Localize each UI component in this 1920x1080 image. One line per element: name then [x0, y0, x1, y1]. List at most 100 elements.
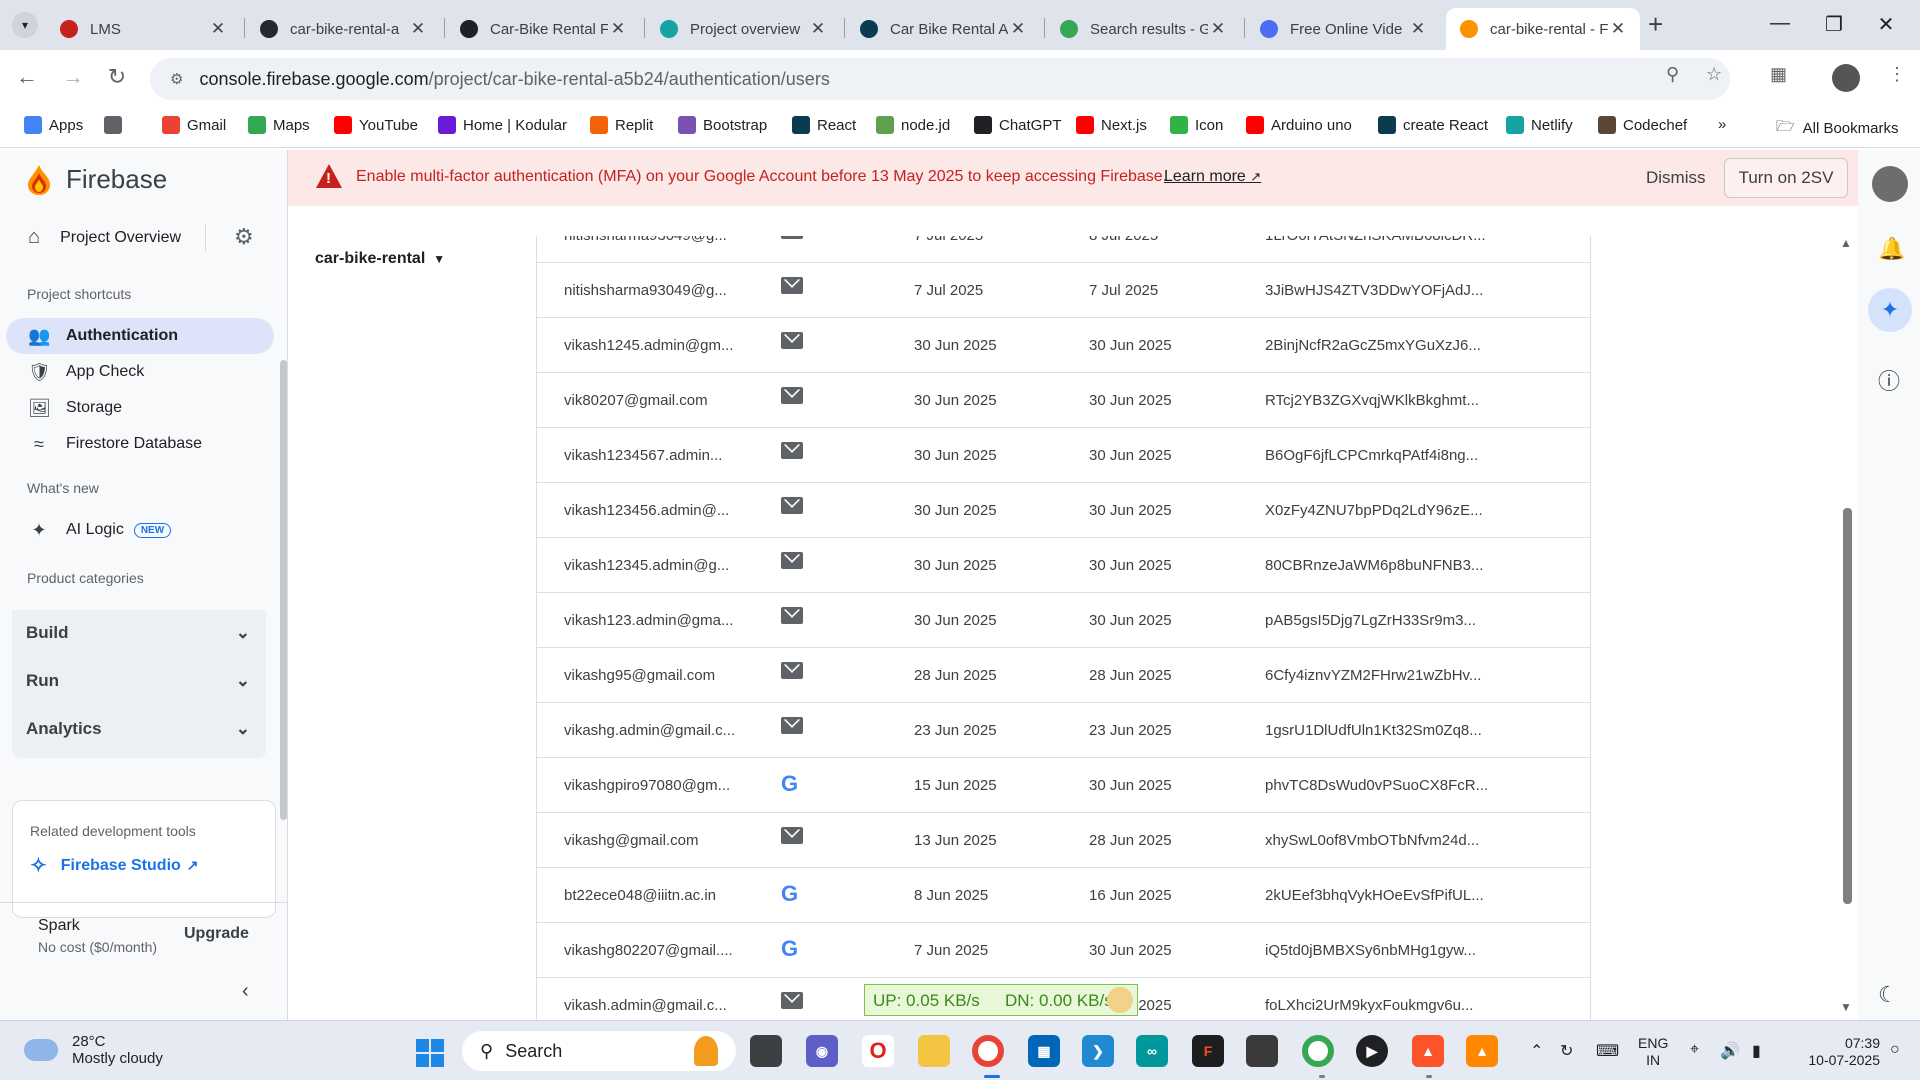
close-window-button[interactable]: ✕ [1866, 12, 1906, 37]
project-selector[interactable]: car-bike-rental ▼ [315, 250, 445, 268]
bookmark-10[interactable]: node.jd [876, 116, 950, 134]
bookmark-9[interactable]: React [792, 116, 856, 134]
clock[interactable]: 07:39 10-07-2025 [1790, 1035, 1880, 1069]
extensions-icon[interactable]: ▦ [1770, 64, 1787, 85]
close-tab-icon[interactable]: ✕ [608, 19, 628, 39]
table-row[interactable]: vikashg@gmail.com 13 Jun 2025 28 Jun 2025 x… [537, 813, 1590, 868]
address-bar[interactable]: ⚙ console.firebase.google.com/project/ca… [150, 58, 1730, 100]
sidebar-scrollbar[interactable] [280, 360, 287, 820]
sidebar-item-firestore-database[interactable]: ≈ Firestore Database [6, 426, 274, 462]
tab-6[interactable]: Search results - G ✕ [1046, 8, 1240, 50]
table-row[interactable]: vikashg802207@gmail.... G 7 Jun 2025 30 Jun… [537, 923, 1590, 978]
battery-icon[interactable]: ▮ [1752, 1041, 1761, 1061]
microsoft-store-icon[interactable]: ▦ [1028, 1035, 1060, 1067]
table-row[interactable]: vikashg.admin@gmail.c... 23 Jun 2025 23 Ju… [537, 703, 1590, 758]
category-build[interactable]: Build ⌄ [12, 610, 266, 656]
arduino-icon[interactable]: ∞ [1136, 1035, 1168, 1067]
table-row[interactable]: vikashg95@gmail.com 28 Jun 2025 28 Jun 202… [537, 648, 1590, 703]
close-tab-icon[interactable]: ✕ [1208, 19, 1228, 39]
tab-1[interactable]: LMS ✕ [46, 8, 240, 50]
bookmark-6[interactable]: Home | Kodular [438, 116, 567, 134]
bookmark-5[interactable]: YouTube [334, 116, 418, 134]
windows-start-icon[interactable] [416, 1039, 444, 1067]
tab-3[interactable]: Car-Bike Rental F ✕ [446, 8, 640, 50]
project-overview-link[interactable]: ⌂ Project Overview [28, 226, 181, 249]
close-tab-icon[interactable]: ✕ [1608, 19, 1628, 39]
sidebar-item-authentication[interactable]: 👥 Authentication [6, 318, 274, 354]
vscode-icon[interactable]: ❯ [1082, 1035, 1114, 1067]
table-row[interactable]: vikash123.admin@gma... 30 Jun 2025 30 Jun … [537, 593, 1590, 648]
keyboard-icon[interactable]: ⌨ [1596, 1041, 1619, 1061]
chrome-profile-icon[interactable] [1302, 1035, 1334, 1067]
table-row[interactable]: bt22ece048@iiitn.ac.in G 8 Jun 2025 16 Jun … [537, 868, 1590, 923]
opera-icon[interactable]: O [862, 1035, 894, 1067]
bookmark-11[interactable]: ChatGPT [974, 116, 1062, 134]
site-info-icon[interactable]: ⚙ [170, 70, 183, 88]
firebase-studio-link[interactable]: ✧ Firebase Studio ↗ [30, 853, 199, 878]
scroll-up-arrow-icon[interactable]: ▲ [1840, 236, 1852, 250]
bookmark-2[interactable] [104, 116, 129, 134]
main-scrollbar-thumb[interactable] [1843, 508, 1852, 904]
learn-more-link[interactable]: Learn more ↗ [1164, 168, 1261, 186]
settings-gear-icon[interactable]: ⚙ [234, 224, 254, 250]
upgrade-button[interactable]: Upgrade [184, 925, 249, 943]
bookmark-13[interactable]: Icon [1170, 116, 1223, 134]
chrome-icon[interactable] [972, 1035, 1004, 1067]
teams-icon[interactable]: ◉ [806, 1035, 838, 1067]
category-run[interactable]: Run ⌄ [12, 658, 266, 704]
table-row[interactable]: nitishsharma93049@g... 7 Jul 2025 8 Jul 20… [537, 236, 1590, 263]
close-tab-icon[interactable]: ✕ [1408, 19, 1428, 39]
help-icon[interactable]: ⓘ [1878, 364, 1900, 396]
close-tab-icon[interactable]: ✕ [808, 19, 828, 39]
bookmark-7[interactable]: Replit [590, 116, 653, 134]
bookmark-16[interactable]: Netlify [1506, 116, 1573, 134]
minimize-button[interactable]: — [1760, 12, 1800, 35]
scroll-down-arrow-icon[interactable]: ▼ [1840, 1000, 1852, 1014]
weather-widget[interactable]: 28°C Mostly cloudy [20, 1033, 163, 1067]
media-player-icon[interactable]: ▶ [1356, 1035, 1388, 1067]
table-row[interactable]: vikash1245.admin@gm... 30 Jun 2025 30 Jun … [537, 318, 1590, 373]
sidebar-item-storage[interactable]: 🖼 Storage [6, 390, 274, 426]
tab-5[interactable]: Car Bike Rental A ✕ [846, 8, 1040, 50]
sidebar-item-ai-logic[interactable]: ✦ AI Logic NEW [6, 512, 274, 548]
all-bookmarks-button[interactable]: 🗁 All Bookmarks [1776, 116, 1898, 141]
dismiss-button[interactable]: Dismiss [1646, 168, 1706, 188]
app-icon[interactable] [1246, 1035, 1278, 1067]
profile-avatar[interactable] [1832, 64, 1860, 92]
category-analytics[interactable]: Analytics ⌄ [12, 706, 266, 752]
input-language[interactable]: ENG IN [1638, 1035, 1668, 1069]
reload-button[interactable]: ↻ [102, 64, 132, 90]
bookmark-3[interactable]: Gmail [162, 116, 226, 134]
dark-mode-moon-icon[interactable]: ☾ [1878, 982, 1898, 1008]
bookmark-12[interactable]: Next.js [1076, 116, 1147, 134]
sidebar-item-app-check[interactable]: 🛡 App Check [6, 354, 274, 390]
table-row[interactable]: vikash12345.admin@g... 30 Jun 2025 30 Jun … [537, 538, 1590, 593]
zoom-icon[interactable]: ⚲ [1666, 64, 1679, 85]
volume-icon[interactable]: 🔊 [1720, 1041, 1740, 1061]
account-avatar[interactable] [1872, 166, 1908, 202]
table-row[interactable]: vik80207@gmail.com 30 Jun 2025 30 Jun 2025… [537, 373, 1590, 428]
notifications-icon[interactable]: ○ [1890, 1041, 1900, 1059]
restore-button[interactable]: ❐ [1814, 12, 1854, 37]
tab-search-dropdown-icon[interactable]: ▾ [12, 12, 38, 38]
table-row[interactable]: vikash123456.admin@... 30 Jun 2025 30 Jun … [537, 483, 1590, 538]
bookmark-14[interactable]: Arduino uno [1246, 116, 1352, 134]
table-row[interactable]: vikash1234567.admin... 30 Jun 2025 30 Jun … [537, 428, 1590, 483]
file-explorer-icon[interactable] [918, 1035, 950, 1067]
bookmark-4[interactable]: Maps [248, 116, 310, 134]
tab-2[interactable]: car-bike-rental-a ✕ [246, 8, 440, 50]
bookmark-8[interactable]: Bootstrap [678, 116, 767, 134]
gemini-sparkle-icon[interactable]: ✦ [1868, 288, 1912, 332]
bookmark-15[interactable]: create React [1378, 116, 1488, 134]
close-tab-icon[interactable]: ✕ [1008, 19, 1028, 39]
turn-on-2sv-button[interactable]: Turn on 2SV [1724, 158, 1848, 198]
tray-overflow-chevron-icon[interactable]: ⌃ [1530, 1041, 1543, 1061]
close-tab-icon[interactable]: ✕ [208, 19, 228, 39]
forward-button[interactable]: → [58, 64, 88, 90]
vlc-icon[interactable]: ▲ [1466, 1035, 1498, 1067]
figma-icon[interactable]: F [1192, 1035, 1224, 1067]
bookmark-star-icon[interactable]: ☆ [1706, 64, 1722, 85]
firebase-logo[interactable]: Firebase [28, 164, 167, 195]
tab-7[interactable]: Free Online Vide ✕ [1246, 8, 1440, 50]
brave-icon[interactable]: ▲ [1412, 1035, 1444, 1067]
